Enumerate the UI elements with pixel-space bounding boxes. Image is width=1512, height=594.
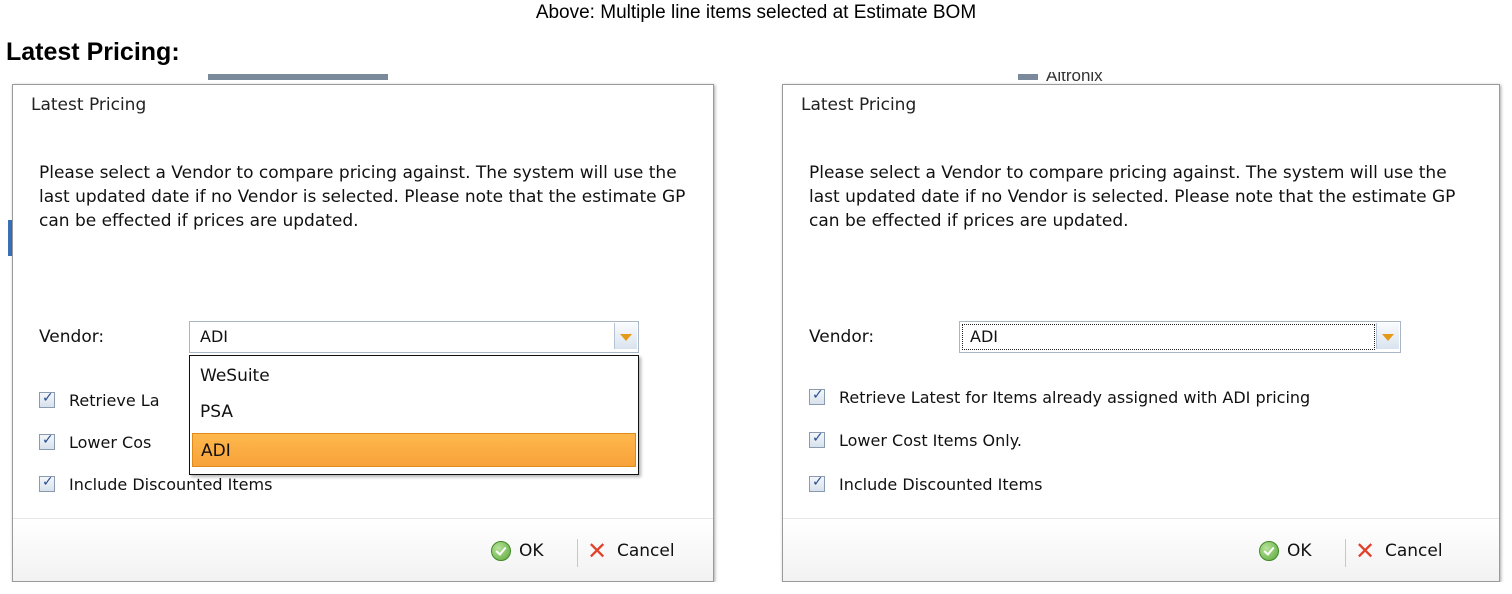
- vendor-select-value: ADI: [200, 327, 228, 346]
- vendor-select[interactable]: ADI: [959, 321, 1401, 353]
- button-divider: [1345, 539, 1346, 567]
- close-icon: ✕: [587, 537, 608, 565]
- dialog-message: Please select a Vendor to compare pricin…: [809, 163, 1456, 231]
- checkmark-icon: ✓: [42, 432, 54, 448]
- focus-rectangle: [962, 324, 1375, 350]
- background-fragment: [208, 74, 388, 80]
- cancel-button[interactable]: ✕ Cancel: [587, 539, 699, 567]
- checkbox-box[interactable]: ✓: [809, 474, 825, 492]
- ok-check-icon: [1259, 541, 1279, 561]
- checkmark-icon: ✓: [42, 474, 54, 490]
- option-label: WeSuite: [200, 366, 270, 386]
- ok-button[interactable]: OK: [1259, 539, 1329, 567]
- dialog-message: Please select a Vendor to compare pricin…: [39, 163, 686, 231]
- latest-pricing-dialog: Latest Pricing Please select a Vendor to…: [12, 84, 714, 582]
- checkmark-icon: ✓: [42, 390, 54, 406]
- vendor-select[interactable]: ADI: [189, 321, 639, 353]
- checkbox-box[interactable]: ✓: [809, 387, 825, 405]
- vendor-dropdown-list: WeSuite PSA ADI: [189, 355, 639, 475]
- checkbox-label: Retrieve Latest for Items already assign…: [839, 388, 1311, 407]
- vendor-option-psa[interactable]: PSA: [192, 395, 636, 429]
- chevron-down-icon: [620, 334, 632, 341]
- button-divider: [577, 539, 578, 567]
- vendor-label: Vendor:: [809, 327, 875, 347]
- ok-button[interactable]: OK: [491, 539, 561, 567]
- vendor-option-adi[interactable]: ADI: [192, 433, 636, 467]
- ok-button-label: OK: [1287, 541, 1312, 561]
- screenshot-caption: Above: Multiple line items selected at E…: [535, 2, 977, 23]
- close-icon: ✕: [1355, 537, 1376, 565]
- checkbox-box[interactable]: ✓: [809, 430, 825, 448]
- dialog-title: Latest Pricing: [801, 95, 917, 115]
- checkbox-label: Include Discounted Items: [839, 475, 1043, 494]
- dialog-title: Latest Pricing: [31, 95, 147, 115]
- cancel-button-label: Cancel: [617, 541, 675, 561]
- latest-pricing-dialog: Latest Pricing Please select a Vendor to…: [782, 84, 1500, 582]
- vendor-label: Vendor:: [39, 327, 105, 347]
- checkbox-label: Lower Cost Items Only.: [839, 431, 1022, 450]
- ok-button-label: OK: [519, 541, 544, 561]
- checkbox-box[interactable]: ✓: [39, 432, 55, 450]
- checkmark-icon: ✓: [812, 474, 824, 490]
- dropdown-button[interactable]: [1376, 323, 1399, 349]
- section-heading: Latest Pricing:: [6, 38, 180, 66]
- right-screenshot: Altronix Latest Pricing Please select a …: [778, 72, 1504, 582]
- cancel-button-label: Cancel: [1385, 541, 1443, 561]
- vendor-option-wesuite[interactable]: WeSuite: [192, 359, 636, 393]
- checkbox-label: Retrieve La: [69, 391, 160, 410]
- checkmark-icon: ✓: [812, 430, 824, 446]
- checkbox-box[interactable]: ✓: [39, 390, 55, 408]
- option-label: PSA: [200, 402, 233, 422]
- dropdown-button[interactable]: [614, 323, 637, 349]
- background-fragment: [1018, 74, 1038, 80]
- chevron-down-icon: [1382, 334, 1394, 341]
- cancel-button[interactable]: ✕ Cancel: [1355, 539, 1475, 567]
- option-label: ADI: [201, 441, 231, 461]
- checkbox-label: Lower Cos: [69, 433, 152, 452]
- left-screenshot: Latest Pricing Please select a Vendor to…: [8, 72, 720, 582]
- vendor-select-value: ADI: [970, 327, 998, 346]
- ok-check-icon: [491, 541, 511, 561]
- checkmark-icon: ✓: [812, 387, 824, 403]
- checkbox-box[interactable]: ✓: [39, 474, 55, 492]
- checkbox-label: Include Discounted Items: [69, 475, 273, 494]
